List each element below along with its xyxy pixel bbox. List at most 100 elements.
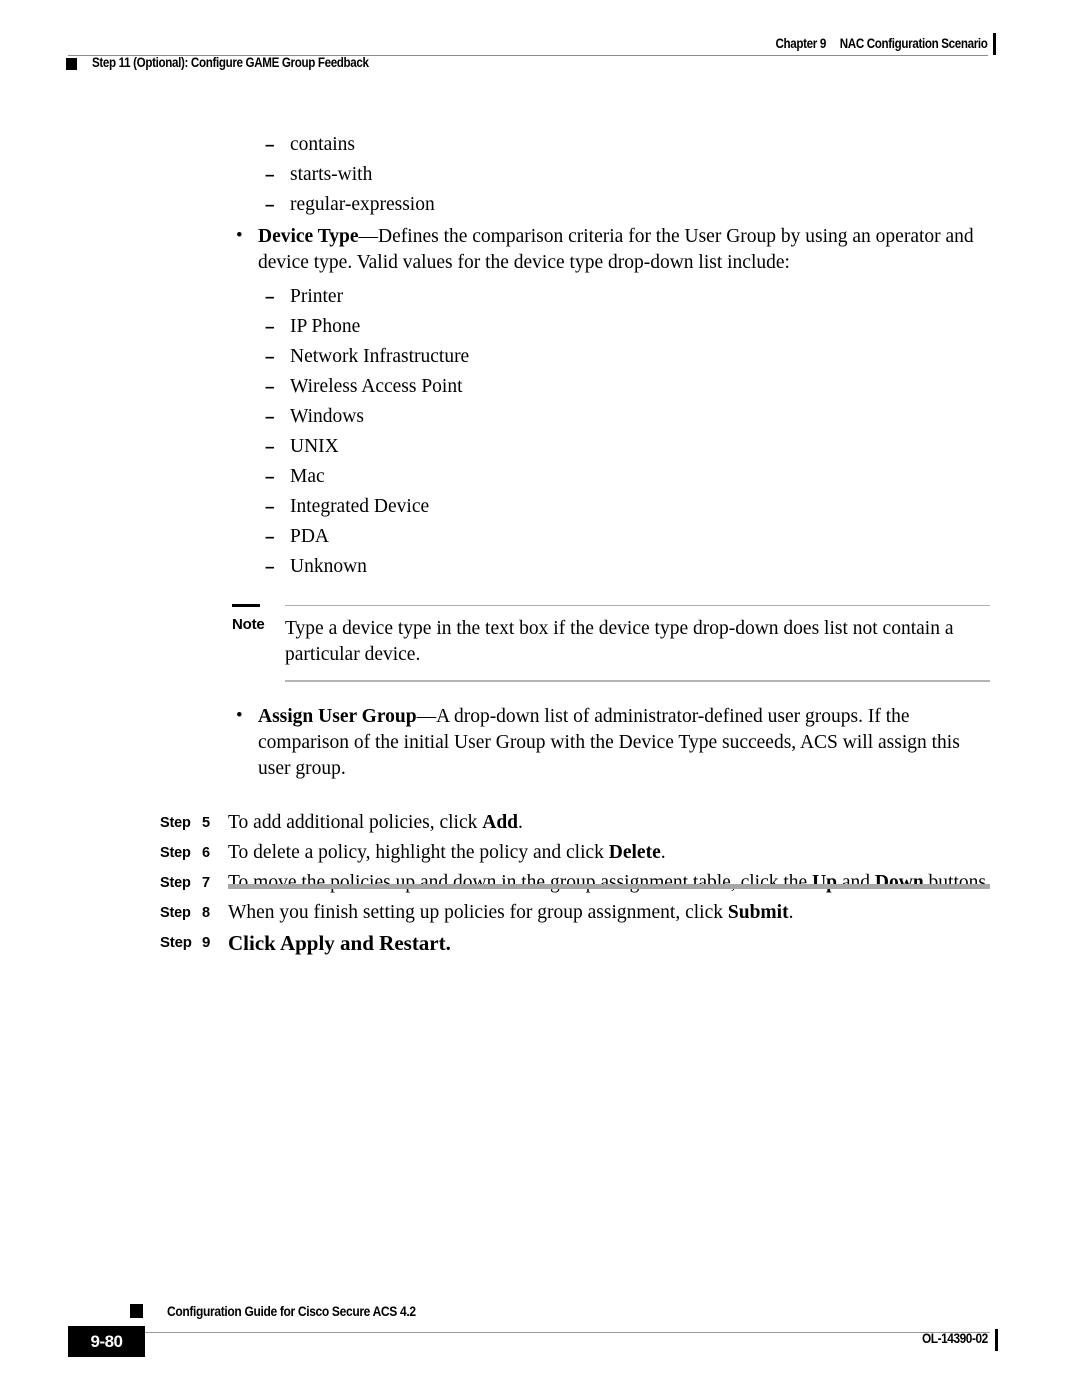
- note-callout: Note Type a device type in the text box …: [0, 604, 1080, 682]
- footer-guide-title: Configuration Guide for Cisco Secure ACS…: [167, 1303, 416, 1319]
- step-text-bold: Apply and Restart.: [279, 931, 451, 955]
- step-row: Step 7 To move the policies up and down …: [0, 868, 1080, 898]
- step-text-post: .: [660, 842, 666, 863]
- list-item-label: Mac: [290, 466, 325, 487]
- document-page: Chapter 9 NAC Configuration Scenario Step…: [0, 0, 1080, 1397]
- dash-marker-icon: –: [265, 437, 275, 456]
- step-row: Step 6 To delete a policy, highlight the…: [0, 838, 1080, 868]
- note-label: Note: [232, 616, 265, 633]
- step-word: Step: [160, 934, 192, 951]
- step-text-pre: To add additional policies, click: [228, 812, 483, 833]
- step-text-pre: Click: [228, 931, 280, 955]
- header-chapter-info: Chapter 9 NAC Configuration Scenario: [776, 36, 988, 51]
- list-item: – Windows: [0, 402, 1080, 432]
- step-text-bold-2: Down: [874, 872, 924, 893]
- step-text-bold: Up: [812, 872, 837, 893]
- list-item-label: Windows: [290, 406, 364, 427]
- device-type-description: —Defines the comparison criteria for the…: [258, 226, 974, 273]
- step-number: 6: [202, 845, 211, 861]
- header-chapter-title: NAC Configuration Scenario: [840, 36, 988, 51]
- dash-marker-icon: –: [265, 195, 275, 214]
- device-type-value-list: – Printer – IP Phone – Network Infrastru…: [0, 282, 1080, 582]
- step-text-pre: When you finish setting up policies for …: [228, 902, 728, 923]
- step-word: Step: [160, 815, 191, 831]
- step-word: Step: [160, 845, 191, 861]
- footer-document-id: OL-14390-02: [922, 1331, 988, 1346]
- page-header: Chapter 9 NAC Configuration Scenario Step…: [0, 0, 1080, 90]
- list-item-label: PDA: [290, 526, 330, 547]
- step-number: 7: [202, 875, 211, 891]
- list-item: – Network Infrastructure: [0, 342, 1080, 372]
- operator-value-list: – contains – starts-with – regular-expre…: [0, 130, 1080, 220]
- bullet-marker-icon: •: [236, 705, 243, 726]
- footer-marker-icon: [130, 1304, 143, 1318]
- dash-marker-icon: –: [265, 135, 275, 154]
- list-item-label: UNIX: [290, 436, 339, 457]
- dash-marker-icon: –: [265, 467, 275, 486]
- footer-page-number: 9-80: [90, 1332, 123, 1351]
- list-item: – IP Phone: [0, 312, 1080, 342]
- step-number: 9: [202, 934, 211, 951]
- step-row: Step 8 When you finish setting up polici…: [0, 898, 1080, 928]
- dash-marker-icon: –: [265, 377, 275, 396]
- step-text-pre: To move the policies up and down in the …: [228, 872, 813, 893]
- step-word: Step: [160, 905, 191, 921]
- list-item-label: Integrated Device: [290, 496, 430, 517]
- header-section-title: Step 11 (Optional): Configure GAME Group…: [92, 55, 369, 70]
- dash-marker-icon: –: [265, 407, 275, 426]
- footer-edge-marker: [995, 1329, 998, 1351]
- step-row: Step 9 Click Apply and Restart.: [0, 928, 1080, 958]
- dash-marker-icon: –: [265, 317, 275, 336]
- step-list: Step 5 To add additional policies, click…: [0, 808, 1080, 958]
- list-item: – PDA: [0, 522, 1080, 552]
- list-item: – starts-with: [0, 160, 1080, 190]
- dash-marker-icon: –: [265, 165, 275, 184]
- list-item-label: Network Infrastructure: [290, 346, 470, 367]
- list-item-label: Wireless Access Point: [290, 376, 463, 397]
- list-item: – Mac: [0, 462, 1080, 492]
- device-type-term: Device Type: [258, 226, 359, 247]
- step-number: 5: [202, 815, 211, 831]
- step-word: Step: [160, 875, 191, 891]
- list-item: – Printer: [0, 282, 1080, 312]
- step-text-bold: Submit: [727, 902, 789, 923]
- device-type-bullet: • Device Type—Defines the comparison cri…: [0, 224, 1080, 276]
- list-item: – Wireless Access Point: [0, 372, 1080, 402]
- section-end-rule: [228, 884, 990, 889]
- list-item: – Integrated Device: [0, 492, 1080, 522]
- step-text-post: buttons.: [923, 872, 991, 893]
- step-row: Step 5 To add additional policies, click…: [0, 808, 1080, 838]
- list-item-label: starts-with: [290, 164, 373, 185]
- step-text-mid: and: [837, 872, 875, 893]
- list-item-label: contains: [290, 134, 355, 155]
- footer-rule: [90, 1332, 990, 1333]
- header-section-marker-icon: [66, 58, 77, 70]
- step-text-post: .: [518, 812, 523, 833]
- list-item: – UNIX: [0, 432, 1080, 462]
- list-item: – contains: [0, 130, 1080, 160]
- step-text-pre: To delete a policy, highlight the policy…: [228, 842, 609, 863]
- list-item: – regular-expression: [0, 190, 1080, 220]
- list-item-label: regular-expression: [290, 194, 435, 215]
- dash-marker-icon: –: [265, 497, 275, 516]
- assign-user-group-term: Assign User Group: [258, 706, 417, 727]
- list-item-label: IP Phone: [290, 316, 361, 337]
- dash-marker-icon: –: [265, 557, 275, 576]
- dash-marker-icon: –: [265, 347, 275, 366]
- list-item: – Unknown: [0, 552, 1080, 582]
- note-text: Type a device type in the text box if th…: [285, 618, 954, 665]
- assign-user-group-bullet: • Assign User Group—A drop-down list of …: [0, 704, 1080, 782]
- note-bottom-rule: [285, 680, 990, 682]
- dash-marker-icon: –: [265, 527, 275, 546]
- list-item-label: Unknown: [290, 556, 367, 577]
- header-chapter-number: Chapter 9: [775, 36, 827, 51]
- bullet-marker-icon: •: [236, 225, 243, 246]
- step-text-bold: Delete: [608, 842, 661, 863]
- header-edge-marker: [993, 33, 996, 55]
- page-body: – contains – starts-with – regular-expre…: [0, 130, 1080, 958]
- list-item-label: Printer: [290, 286, 344, 307]
- step-text-bold: Add: [482, 812, 519, 833]
- note-body: Note Type a device type in the text box …: [228, 604, 1080, 680]
- step-number: 8: [202, 905, 211, 921]
- step-text-post: .: [788, 902, 794, 923]
